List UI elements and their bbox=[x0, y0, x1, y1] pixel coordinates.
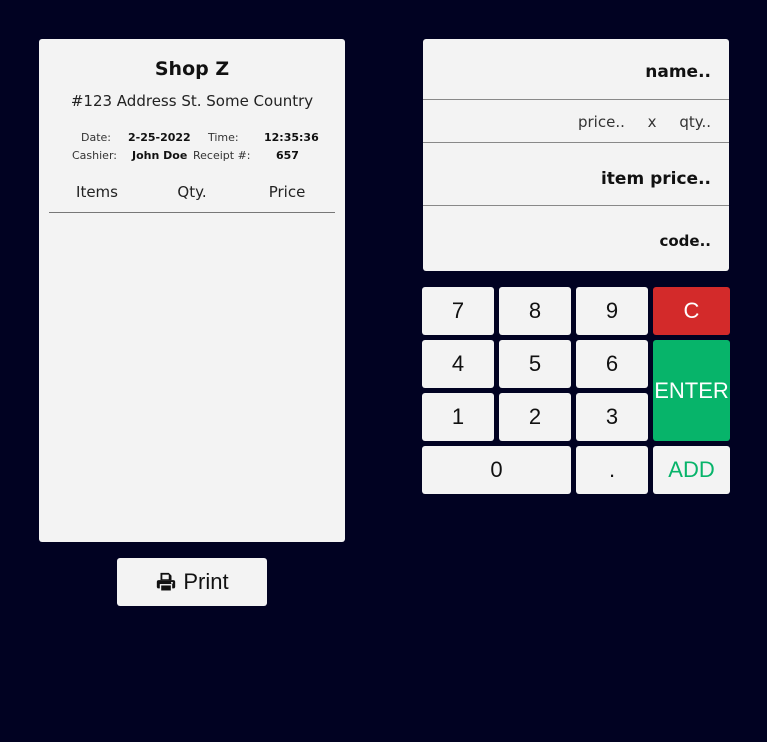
enter-button[interactable]: ENTER bbox=[653, 340, 730, 441]
column-header-items: Items bbox=[76, 183, 118, 201]
key-5[interactable]: 5 bbox=[499, 340, 571, 388]
cashier-label: Cashier: bbox=[72, 149, 117, 162]
cashier-value: John Doe bbox=[132, 149, 188, 162]
print-button[interactable]: Print bbox=[117, 558, 267, 606]
receipt-number-value: 657 bbox=[276, 149, 299, 162]
times-symbol: x bbox=[647, 113, 657, 131]
code-field[interactable]: code.. bbox=[423, 207, 729, 271]
qty-field[interactable]: qty.. bbox=[679, 101, 711, 143]
key-3[interactable]: 3 bbox=[576, 393, 648, 441]
printer-icon bbox=[157, 572, 176, 592]
column-header-price: Price bbox=[268, 183, 306, 201]
item-price-field[interactable]: item price.. bbox=[423, 144, 729, 206]
shop-address: #123 Address St. Some Country bbox=[70, 92, 314, 110]
add-button[interactable]: ADD bbox=[653, 446, 730, 494]
receipt-panel: Shop Z #123 Address St. Some Country Dat… bbox=[39, 39, 345, 542]
key-7[interactable]: 7 bbox=[422, 287, 494, 335]
key-2[interactable]: 2 bbox=[499, 393, 571, 441]
name-field[interactable]: name.. bbox=[423, 39, 729, 100]
price-qty-row: price.. x qty.. bbox=[423, 101, 729, 143]
key-9[interactable]: 9 bbox=[576, 287, 648, 335]
key-6[interactable]: 6 bbox=[576, 340, 648, 388]
key-dot[interactable]: . bbox=[576, 446, 648, 494]
receipt-divider bbox=[49, 212, 335, 213]
receipt-number-label: Receipt #: bbox=[193, 149, 251, 162]
shop-name: Shop Z bbox=[154, 58, 230, 80]
date-label: Date: bbox=[81, 131, 111, 144]
key-8[interactable]: 8 bbox=[499, 287, 571, 335]
price-field[interactable]: price.. bbox=[578, 101, 625, 143]
column-header-qty: Qty. bbox=[177, 183, 207, 201]
item-entry-panel: name.. price.. x qty.. item price.. code… bbox=[423, 39, 729, 271]
key-0[interactable]: 0 bbox=[422, 446, 571, 494]
time-label: Time: bbox=[208, 131, 239, 144]
print-button-label: Print bbox=[183, 569, 229, 594]
clear-button[interactable]: C bbox=[653, 287, 730, 335]
key-4[interactable]: 4 bbox=[422, 340, 494, 388]
date-value: 2-25-2022 bbox=[128, 131, 191, 144]
key-1[interactable]: 1 bbox=[422, 393, 494, 441]
time-value: 12:35:36 bbox=[264, 131, 319, 144]
